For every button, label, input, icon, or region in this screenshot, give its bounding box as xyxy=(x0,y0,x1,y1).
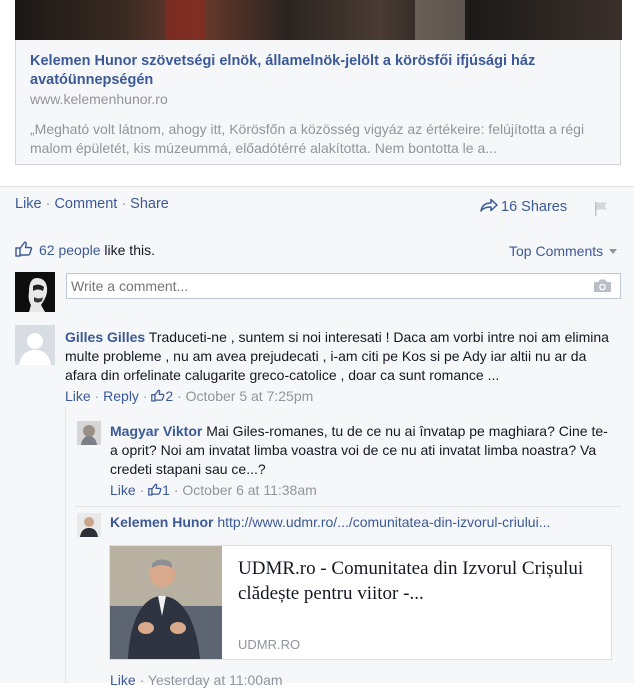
avatar-portrait xyxy=(15,272,55,312)
avatar[interactable] xyxy=(77,513,101,537)
comment-reply-button[interactable]: Reply xyxy=(103,388,139,404)
comment-sort-label[interactable]: Top Comments xyxy=(509,243,603,259)
camera-icon[interactable] xyxy=(593,278,612,293)
report-flag-icon[interactable] xyxy=(594,201,608,216)
attachment-photo xyxy=(110,546,222,659)
reply-actions: Like · 1 · October 6 at 11:38am xyxy=(110,482,317,498)
attachment-domain: UDMR.RO xyxy=(238,637,301,652)
link-description: „Megható volt látnom, ahogy itt, Körösfő… xyxy=(30,121,585,156)
shares-count[interactable]: 16 Shares xyxy=(480,198,567,215)
reply-like-button[interactable]: Like xyxy=(110,672,136,688)
reply-link[interactable]: http://www.udmr.ro/.../comunitatea-din-i… xyxy=(217,514,550,530)
caret-down-icon xyxy=(609,249,618,254)
avatar[interactable] xyxy=(15,325,55,365)
reply-likes-count[interactable]: 1 xyxy=(148,482,174,498)
attachment-image[interactable] xyxy=(110,546,222,659)
photo-figure xyxy=(415,0,465,40)
comment-button[interactable]: Comment xyxy=(54,196,117,212)
shares-label[interactable]: 16 Shares xyxy=(501,199,567,215)
reply-likes-number[interactable]: 1 xyxy=(162,482,170,498)
reply-author[interactable]: Kelemen Hunor xyxy=(110,514,213,530)
comment-sort-dropdown[interactable]: Top Comments xyxy=(509,243,618,259)
reply-body: Magyar Viktor Mai Giles-romanes, tu de c… xyxy=(110,422,615,479)
reply-divider xyxy=(75,506,621,507)
comment-body: Gilles Gilles Traduceti-ne , suntem si n… xyxy=(65,328,620,385)
attachment-title[interactable]: UDMR.ro - Comunitatea din Izvorul Crișul… xyxy=(238,556,598,606)
link-domain: www.kelemenhunor.ro xyxy=(30,91,168,107)
comment-like-button[interactable]: Like xyxy=(65,388,91,404)
separator: · xyxy=(45,196,51,212)
avatar-portrait xyxy=(77,421,101,445)
photo-figure xyxy=(165,0,205,40)
reply-body: Kelemen Hunor http://www.udmr.ro/.../com… xyxy=(110,513,615,532)
comment-actions: Like · Reply · 2 · October 5 at 7:25pm xyxy=(65,388,314,404)
thumbs-up-icon xyxy=(148,483,162,496)
comment-author[interactable]: Gilles Gilles xyxy=(65,329,145,345)
likes-summary: 62 people like this. xyxy=(15,241,155,258)
link-attachment[interactable]: UDMR.ro - Comunitatea din Izvorul Crișul… xyxy=(109,545,612,660)
current-user-avatar[interactable] xyxy=(15,272,55,312)
share-arrow-icon xyxy=(480,198,498,212)
share-button[interactable]: Share xyxy=(130,196,169,212)
comment-likes-count[interactable]: 2 xyxy=(151,388,177,404)
reply-actions: Like · Yesterday at 11:00am xyxy=(110,672,283,688)
like-button[interactable]: Like xyxy=(15,196,42,212)
avatar-portrait xyxy=(77,513,101,537)
reply-timestamp[interactable]: Yesterday at 11:00am xyxy=(148,672,283,688)
likers-link[interactable]: 62 people xyxy=(39,242,101,258)
link-preview-card[interactable]: Kelemen Hunor szövetségi elnök, állameln… xyxy=(15,40,621,165)
thumbs-up-icon xyxy=(15,241,33,257)
comment-input[interactable] xyxy=(66,273,621,299)
thumbs-up-icon xyxy=(151,389,165,402)
reply-timestamp[interactable]: October 6 at 11:38am xyxy=(182,482,316,498)
reply-like-button[interactable]: Like xyxy=(110,482,136,498)
default-avatar-icon xyxy=(19,333,51,365)
comment-likes-number[interactable]: 2 xyxy=(165,388,173,404)
reply-author[interactable]: Magyar Viktor xyxy=(110,423,202,439)
link-preview-image[interactable] xyxy=(15,0,622,40)
avatar[interactable] xyxy=(77,421,101,445)
link-title[interactable]: Kelemen Hunor szövetségi elnök, állameln… xyxy=(30,52,590,90)
action-bar: Like · Comment · Share xyxy=(15,196,169,212)
likes-suffix: like this. xyxy=(100,242,155,258)
separator: · xyxy=(121,196,127,212)
comment-text: Traduceti-ne , suntem si noi interesati … xyxy=(65,329,609,383)
comment-timestamp[interactable]: October 5 at 7:25pm xyxy=(186,388,314,404)
